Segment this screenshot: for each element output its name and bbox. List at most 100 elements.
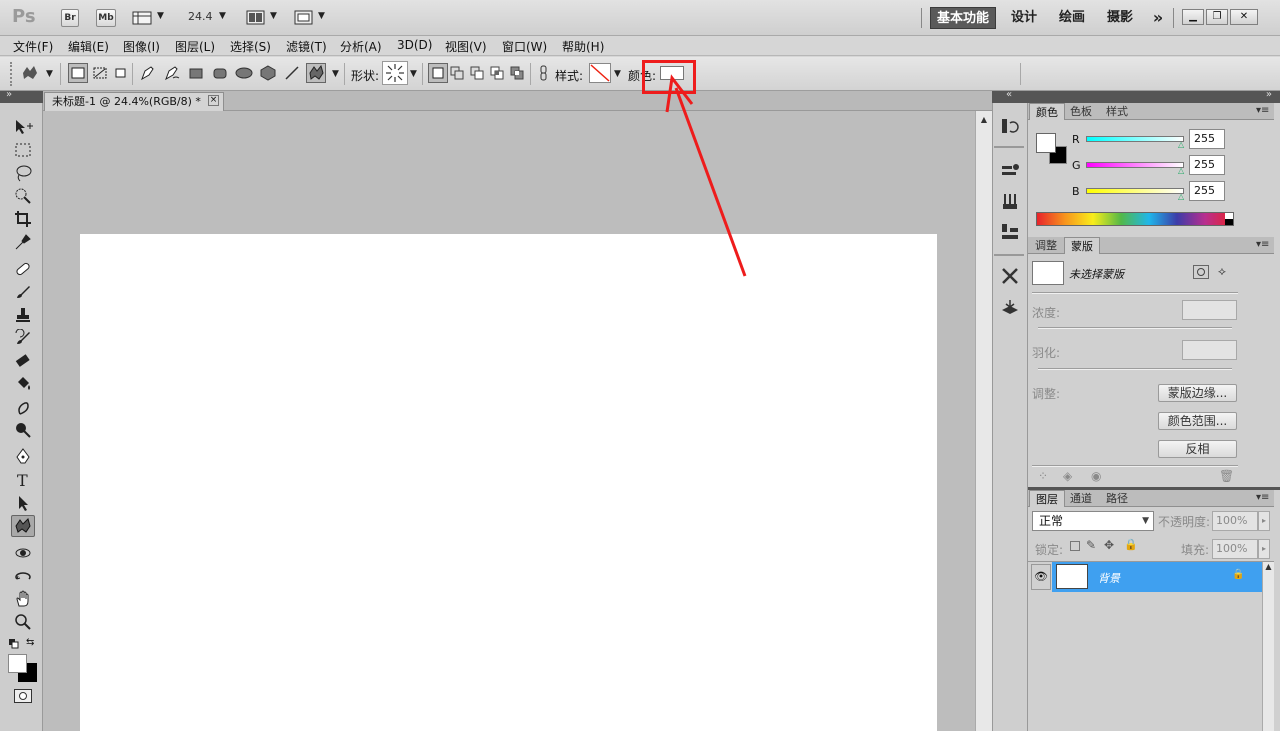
custom-shape-tool[interactable] (11, 515, 35, 537)
panel-menu-icon[interactable]: ▾≡ (1256, 239, 1269, 250)
bridge-button[interactable]: Br (61, 9, 79, 27)
polygon-tool-button[interactable] (258, 63, 278, 83)
view-extras-button[interactable] (132, 10, 154, 26)
chevron-down-icon[interactable]: ▼ (219, 11, 226, 21)
link-style-button[interactable] (534, 63, 554, 83)
lock-pixels-icon[interactable]: ✎ (1086, 538, 1096, 552)
chevron-down-icon[interactable]: ▼ (410, 69, 417, 79)
fill-slider-toggle[interactable]: ▸ (1258, 539, 1270, 559)
history-panel-button[interactable] (1000, 117, 1020, 137)
shape-picker[interactable] (382, 61, 408, 85)
menu-image[interactable]: 图像(I) (123, 38, 160, 55)
load-selection-icon[interactable]: ⁘ (1038, 469, 1048, 483)
3d-orbit-tool[interactable] (11, 565, 35, 587)
document-canvas[interactable] (80, 234, 937, 731)
line-tool-button[interactable] (282, 63, 302, 83)
pen-tool-button[interactable] (138, 63, 158, 83)
subtract-shape-mode[interactable] (468, 63, 488, 83)
shape-layers-mode[interactable] (68, 63, 88, 83)
tab-color[interactable]: 颜色 (1029, 103, 1065, 120)
menu-select[interactable]: 选择(S) (230, 38, 271, 55)
vector-mask-icon[interactable]: ⟡ (1218, 264, 1226, 279)
custom-shape-tool-button[interactable] (306, 63, 326, 83)
chevron-down-icon[interactable]: ▼ (270, 11, 277, 21)
rounded-rectangle-tool-button[interactable] (210, 63, 230, 83)
history-brush-tool[interactable] (11, 327, 35, 349)
blur-tool[interactable] (11, 396, 35, 418)
menu-layer[interactable]: 图层(L) (175, 38, 215, 55)
g-slider-thumb[interactable]: △ (1178, 166, 1184, 175)
r-slider-thumb[interactable]: △ (1178, 140, 1184, 149)
tab-channels[interactable]: 通道 (1064, 490, 1098, 507)
r-slider[interactable] (1086, 136, 1184, 142)
layers-scrollbar[interactable]: ▲ (1262, 562, 1274, 731)
add-to-shape-mode[interactable] (448, 63, 468, 83)
mask-edge-button[interactable]: 蒙版边缘... (1158, 384, 1237, 402)
r-value-field[interactable]: 255 (1189, 129, 1225, 149)
invert-button[interactable]: 反相 (1158, 440, 1237, 458)
disable-mask-icon[interactable]: ◉ (1091, 469, 1101, 483)
grip-handle[interactable] (10, 62, 14, 86)
panel-menu-icon[interactable]: ▾≡ (1256, 492, 1269, 503)
tab-swatches[interactable]: 色板 (1064, 103, 1098, 120)
brush-presets-button[interactable] (1000, 192, 1020, 212)
close-icon[interactable]: ✕ (1230, 9, 1258, 25)
tool-presets-button[interactable] (1000, 266, 1020, 286)
restore-icon[interactable]: ❐ (1206, 9, 1228, 25)
rectangle-tool-button[interactable] (186, 63, 206, 83)
paint-bucket-tool[interactable] (11, 373, 35, 395)
quick-mask-button[interactable] (14, 689, 32, 703)
brush-tool[interactable] (11, 281, 35, 303)
ellipse-tool-button[interactable] (234, 63, 254, 83)
g-value-field[interactable]: 255 (1189, 155, 1225, 175)
b-value-field[interactable]: 255 (1189, 181, 1225, 201)
b-slider-thumb[interactable]: △ (1178, 192, 1184, 201)
scroll-up-icon[interactable]: ▲ (976, 115, 992, 124)
foreground-color-swatch[interactable] (1036, 133, 1056, 153)
more-workspaces-icon[interactable]: » (1148, 7, 1168, 29)
expand-icon[interactable]: » (6, 89, 12, 100)
menu-analysis[interactable]: 分析(A) (340, 38, 382, 55)
lock-transparency-icon[interactable] (1070, 541, 1080, 551)
g-slider[interactable] (1086, 162, 1184, 168)
chevron-down-icon[interactable]: ▼ (46, 69, 53, 79)
minimize-icon[interactable]: ▁ (1182, 9, 1204, 25)
arrange-documents-button[interactable] (246, 10, 266, 26)
b-slider[interactable] (1086, 188, 1184, 194)
default-colors-icon[interactable] (9, 638, 19, 649)
fill-field[interactable]: 100% (1212, 539, 1258, 559)
chevron-down-icon[interactable]: ▼ (332, 69, 339, 79)
pixel-mask-button[interactable] (1193, 265, 1209, 279)
layer-name[interactable]: 背景 (1098, 570, 1120, 586)
color-spectrum-bar[interactable] (1036, 212, 1234, 226)
mini-bridge-button[interactable]: Mb (96, 9, 116, 27)
trash-icon[interactable]: 🗑 (1219, 469, 1234, 483)
foreground-color-swatch[interactable] (8, 654, 27, 673)
eraser-tool[interactable] (11, 350, 35, 372)
menu-help[interactable]: 帮助(H) (562, 38, 604, 55)
apply-mask-icon[interactable]: ◈ (1063, 469, 1072, 483)
clone-stamp-tool[interactable] (11, 304, 35, 326)
lock-all-icon[interactable]: 🔒 (1124, 538, 1138, 551)
layer-row[interactable]: 背景 🔒 (1052, 562, 1274, 592)
tab-styles[interactable]: 样式 (1100, 103, 1134, 120)
vertical-scrollbar[interactable]: ▲ (975, 111, 992, 731)
black-white-swatch[interactable] (1225, 213, 1233, 225)
healing-brush-tool[interactable] (11, 258, 35, 280)
panel-menu-icon[interactable]: ▾≡ (1256, 105, 1269, 116)
tool-preset-picker[interactable] (20, 63, 40, 83)
move-tool[interactable] (11, 116, 35, 138)
chevron-down-icon[interactable]: ▼ (614, 69, 621, 79)
workspace-basic[interactable]: 基本功能 (930, 7, 996, 29)
tab-adjustments[interactable]: 调整 (1029, 237, 1063, 254)
swap-colors-icon[interactable]: ⇆ (26, 637, 38, 649)
exclude-shape-mode[interactable] (508, 63, 528, 83)
hand-tool[interactable] (11, 588, 35, 610)
workspace-painting[interactable]: 绘画 (1056, 7, 1088, 29)
clone-source-button[interactable] (1000, 222, 1020, 242)
tab-paths[interactable]: 路径 (1100, 490, 1134, 507)
menu-filter[interactable]: 滤镜(T) (286, 38, 327, 55)
zoom-tool[interactable] (11, 611, 35, 633)
type-tool[interactable]: T (11, 469, 35, 491)
zoom-level[interactable]: 24.4 (188, 10, 213, 23)
